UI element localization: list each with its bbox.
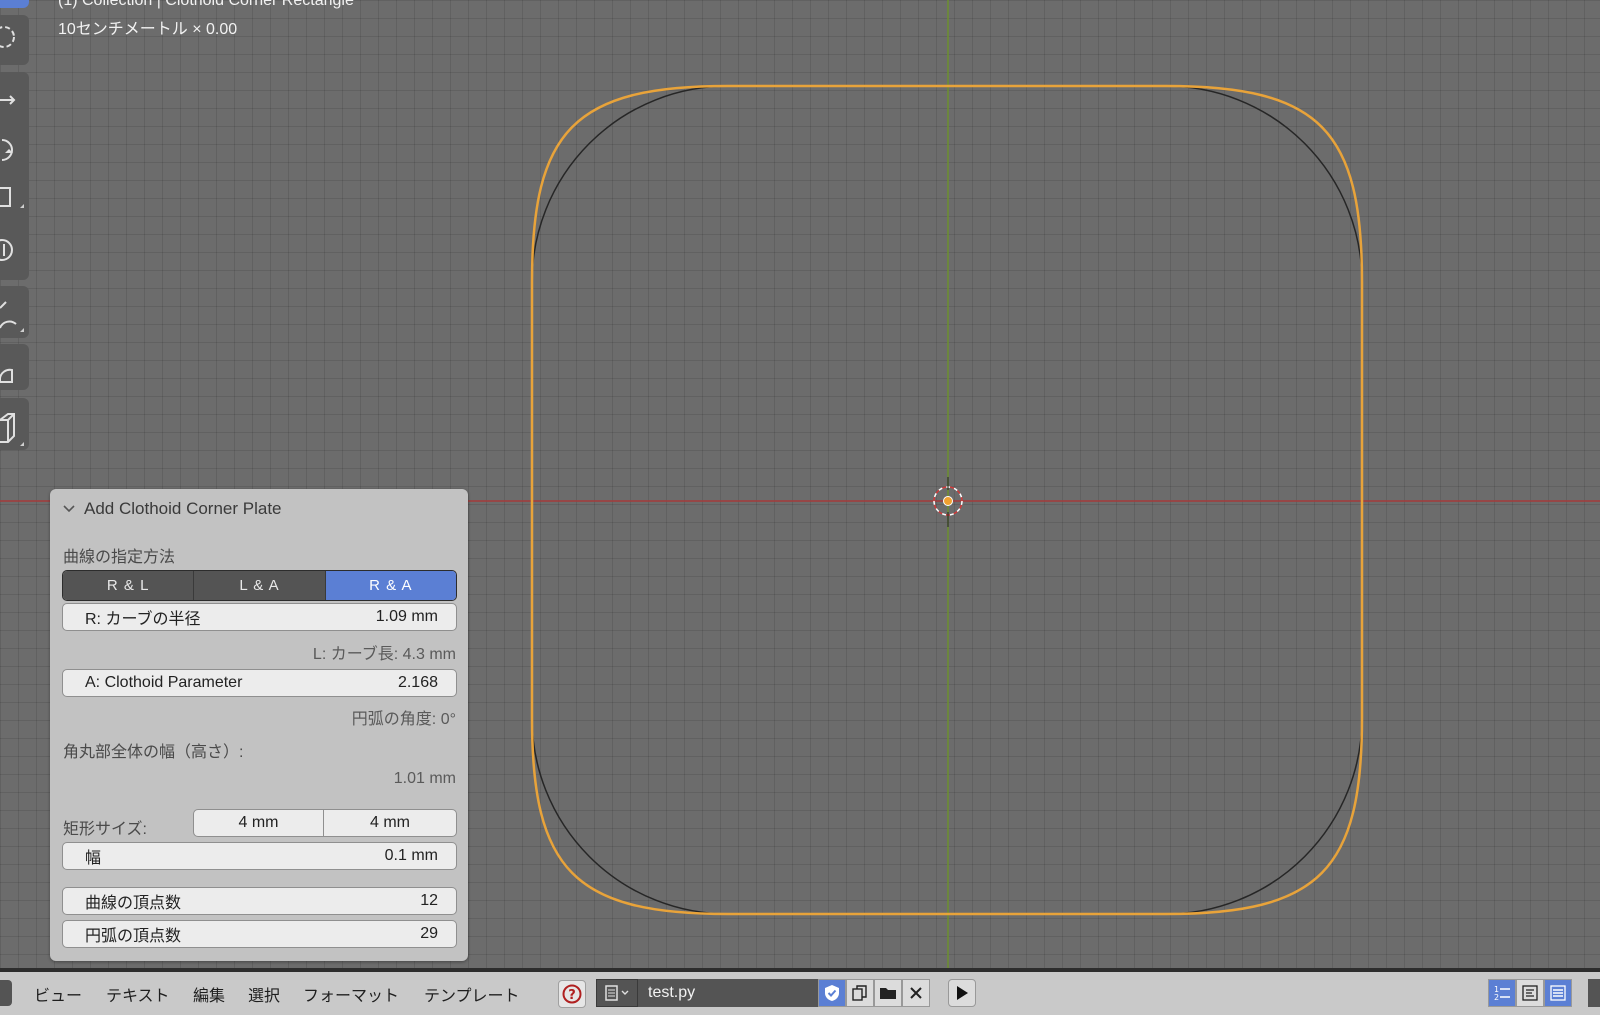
annotate-icon[interactable] — [0, 288, 28, 332]
duplicate-icon — [852, 985, 867, 1001]
panel-header[interactable]: Add Clothoid Corner Plate — [62, 498, 282, 520]
3d-viewport[interactable]: (1) Collection | Clothoid Corner Rectang… — [0, 0, 1600, 968]
text-browse-button[interactable] — [596, 979, 638, 1007]
file-selector: test.py — [596, 979, 930, 1007]
tool-group-transform — [0, 72, 29, 280]
rotate-icon[interactable] — [0, 126, 28, 166]
line-numbers-icon: 12 — [1494, 985, 1510, 1002]
radius-field[interactable]: R: カーブの半径 1.09 mm — [62, 603, 457, 631]
clothoid-parameter-field[interactable]: A: Clothoid Parameter 2.168 — [62, 669, 457, 697]
close-icon — [910, 987, 922, 999]
measure-icon[interactable] — [0, 346, 28, 386]
width-label: 幅 — [85, 850, 102, 867]
duplicate-button[interactable] — [846, 979, 874, 1007]
shield-icon — [825, 985, 839, 1001]
tool-group-measure — [0, 344, 29, 390]
method-option-r-a[interactable]: R & A — [325, 571, 456, 600]
method-selector: R & L L & A R & A — [62, 570, 457, 601]
word-wrap-icon — [1522, 985, 1538, 1001]
menu-text[interactable]: テキスト — [106, 982, 170, 1006]
arc-vertices-field[interactable]: 円弧の頂点数 29 — [62, 920, 457, 948]
clothoid-parameter-value: 2.168 — [397, 674, 438, 691]
curve-vertices-value: 12 — [420, 892, 438, 909]
3d-cursor-icon[interactable] — [933, 477, 963, 527]
curve-vertices-label: 曲線の頂点数 — [85, 895, 182, 912]
width-value: 0.1 mm — [384, 847, 438, 864]
arc-vertices-value: 29 — [420, 925, 438, 942]
menu-templates[interactable]: テンプレート — [424, 982, 520, 1006]
syntax-highlight-icon — [1550, 985, 1566, 1001]
radius-value: 1.09 mm — [375, 608, 438, 625]
svg-text:?: ? — [568, 988, 576, 1003]
arc-vertices-label: 円弧の頂点数 — [85, 928, 182, 945]
method-option-l-a[interactable]: L & A — [194, 571, 326, 600]
scale-icon[interactable] — [0, 176, 28, 216]
clothoid-parameter-label: A: Clothoid Parameter — [85, 674, 243, 691]
add-cube-icon[interactable] — [0, 402, 28, 446]
header-overflow — [1588, 979, 1600, 1007]
open-button[interactable] — [874, 979, 902, 1007]
rect-size-y-value: 4 mm — [370, 814, 410, 831]
text-editor-header: ビュー テキスト 編集 選択 フォーマット テンプレート ? test.py 1… — [0, 968, 1600, 1015]
viewport-grid-scale: 10センチメートル × 0.00 — [58, 21, 238, 38]
folder-icon — [880, 988, 896, 999]
run-script-button[interactable] — [948, 979, 976, 1007]
document-icon — [605, 985, 629, 1001]
fake-user-button[interactable] — [818, 979, 846, 1007]
viewport-object-info: (1) Collection | Clothoid Corner Rectang… — [58, 0, 354, 9]
transform-icon[interactable] — [0, 226, 28, 266]
method-label: 曲線の指定方法 — [63, 549, 176, 566]
unlink-button[interactable] — [902, 979, 930, 1007]
menu-view[interactable]: ビュー — [34, 982, 82, 1006]
rect-size-x-value: 4 mm — [238, 814, 279, 831]
corner-width-label: 角丸部全体の幅（高さ）: — [63, 744, 244, 761]
radius-label: R: カーブの半径 — [85, 611, 201, 628]
active-tool-indicator — [0, 0, 29, 8]
chevron-down-icon — [63, 505, 75, 513]
svg-text:2: 2 — [1494, 993, 1499, 1002]
tool-group-annotate — [0, 286, 29, 338]
move-icon[interactable] — [0, 76, 28, 116]
view-toggles: 12 — [1488, 979, 1572, 1007]
word-wrap-toggle[interactable] — [1516, 979, 1544, 1007]
syntax-highlight-toggle[interactable] — [1544, 979, 1572, 1007]
help-button[interactable]: ? — [558, 980, 586, 1008]
arc-angle-info: 円弧の角度: 0° — [351, 711, 456, 728]
rect-size-y-field[interactable]: 4 mm — [323, 809, 457, 837]
editor-type-dropdown[interactable] — [0, 980, 12, 1006]
corner-width-value: 1.01 mm — [393, 770, 456, 787]
tool-group-add — [0, 398, 29, 450]
method-option-r-l[interactable]: R & L — [63, 571, 195, 600]
operator-panel: Add Clothoid Corner Plate 曲線の指定方法 R & L … — [50, 489, 468, 961]
play-icon — [957, 986, 968, 1000]
cursor-icon[interactable] — [0, 15, 28, 55]
tool-group-cursor — [0, 15, 29, 65]
menu-edit[interactable]: 編集 — [193, 982, 225, 1006]
panel-title: Add Clothoid Corner Plate — [84, 499, 282, 518]
rect-size-label: 矩形サイズ: — [63, 821, 147, 838]
rect-size-x-field[interactable]: 4 mm — [193, 809, 324, 837]
menu-select[interactable]: 選択 — [248, 982, 280, 1006]
width-field[interactable]: 幅 0.1 mm — [62, 842, 457, 870]
curve-length-info: L: カーブ長: 4.3 mm — [312, 646, 456, 663]
line-numbers-toggle[interactable]: 12 — [1488, 979, 1516, 1007]
filename-field[interactable]: test.py — [638, 979, 818, 1007]
menu-format[interactable]: フォーマット — [303, 982, 399, 1006]
curve-vertices-field[interactable]: 曲線の頂点数 12 — [62, 887, 457, 915]
help-icon: ? — [562, 984, 582, 1004]
